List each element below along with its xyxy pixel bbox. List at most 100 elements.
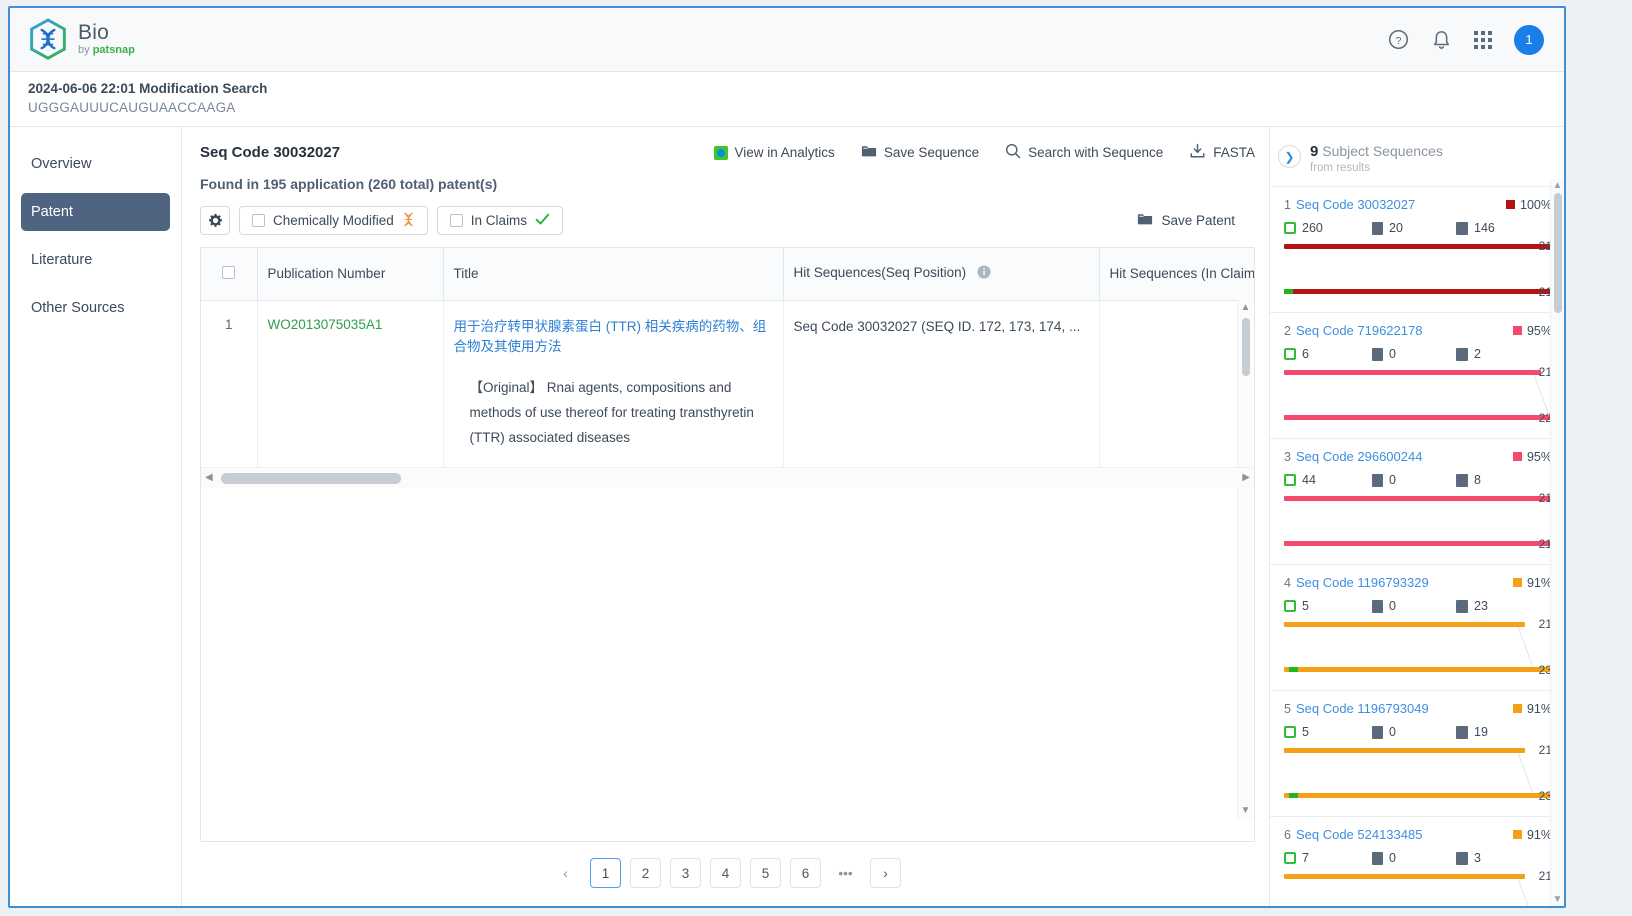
- sidebar-item-overview[interactable]: Overview: [21, 145, 170, 183]
- stat-sequences: 7: [1284, 851, 1372, 865]
- pagination-prev[interactable]: ‹: [550, 858, 581, 888]
- sidebar-item-other-sources[interactable]: Other Sources: [21, 289, 170, 327]
- view-in-analytics-button[interactable]: View in Analytics: [713, 145, 835, 160]
- table-horizontal-scrollbar[interactable]: ◀ ▶: [201, 467, 1254, 489]
- scroll-left-icon[interactable]: ◀: [205, 470, 213, 486]
- alignment-skew-line: [1517, 753, 1534, 793]
- card-sequence-link[interactable]: Seq Code 1196793329: [1296, 575, 1429, 590]
- column-hit-sequences-seq-position[interactable]: Hit Sequences(Seq Position): [783, 248, 1100, 301]
- topbar-icon-group: ? 1: [1388, 24, 1544, 55]
- panel-scroll-up-icon[interactable]: ▲: [1551, 180, 1564, 191]
- brand-logo[interactable]: Bio by patsnap: [28, 17, 135, 62]
- in-claims-filter[interactable]: In Claims: [436, 206, 564, 235]
- table-vertical-scrollbar[interactable]: ▲ ▼: [1237, 300, 1253, 819]
- card-index: 4: [1284, 575, 1291, 590]
- row-title-cell: 用于治疗转甲状腺素蛋白 (TTR) 相关疾病的药物、组合物及其使用方法 【Ori…: [443, 300, 784, 468]
- column-title[interactable]: Title: [443, 248, 784, 301]
- alignment-bar-query: [1284, 496, 1552, 501]
- column-hit-sequences-label: Hit Sequences(Seq Position): [793, 265, 967, 281]
- subject-sequence-card[interactable]: 4 Seq Code 1196793329 91% 5 0 23 21 23: [1270, 564, 1564, 690]
- stat-documents: 0: [1372, 851, 1456, 865]
- subject-sequence-card[interactable]: 5 Seq Code 1196793049 91% 5 0 19 21 23: [1270, 690, 1564, 816]
- fasta-download-button[interactable]: FASTA: [1189, 143, 1255, 162]
- alignment-skew-line: [1517, 879, 1534, 906]
- avatar[interactable]: 1: [1514, 24, 1544, 55]
- pagination-ellipsis[interactable]: •••: [830, 858, 861, 888]
- row-index: 1: [201, 300, 258, 468]
- subject-sequences-header: ❯ 9 Subject Sequences from results: [1270, 127, 1564, 186]
- search-with-sequence-button[interactable]: Search with Sequence: [1005, 143, 1163, 162]
- patent-count-icon: [1456, 725, 1468, 739]
- select-all-header: [201, 248, 258, 301]
- sidebar-item-patent[interactable]: Patent: [21, 193, 170, 231]
- column-publication-number[interactable]: Publication Number: [257, 248, 444, 301]
- card-sequence-link[interactable]: Seq Code 296600244: [1296, 449, 1423, 464]
- vertical-scroll-thumb[interactable]: [1242, 318, 1250, 376]
- pagination-page-5[interactable]: 5: [750, 858, 781, 888]
- card-stats: 44 0 8: [1284, 473, 1552, 487]
- chemically-modified-filter[interactable]: Chemically Modified: [239, 206, 428, 235]
- stat-sequences: 260: [1284, 221, 1372, 235]
- pagination-page-3[interactable]: 3: [670, 858, 701, 888]
- panel-scroll-thumb[interactable]: [1554, 193, 1562, 313]
- folder-icon: [1137, 212, 1153, 229]
- alignment-graphic: 21 21: [1284, 491, 1552, 552]
- card-identity-percent: 91%: [1512, 576, 1552, 590]
- filter-toolbar: Chemically Modified In Claims Save Paten…: [182, 192, 1269, 247]
- scroll-up-icon[interactable]: ▲: [1241, 300, 1251, 316]
- stat-sequences: 6: [1284, 347, 1372, 361]
- in-claims-checkbox[interactable]: [449, 214, 463, 227]
- pagination-next[interactable]: ›: [870, 858, 901, 888]
- patent-title-original: 【Original】 Rnai agents, compositions and…: [469, 380, 754, 446]
- horizontal-scroll-thumb[interactable]: [221, 473, 401, 485]
- sequence-count-icon: [1284, 600, 1296, 612]
- patent-title-link[interactable]: 用于治疗转甲状腺素蛋白 (TTR) 相关疾病的药物、组合物及其使用方法: [454, 317, 773, 359]
- stat-documents: 0: [1372, 347, 1456, 361]
- main-header-row: Seq Code 30032027 View in Analytics Save…: [182, 127, 1269, 162]
- card-header: 4 Seq Code 1196793329 91%: [1284, 575, 1552, 590]
- subject-sequences-list[interactable]: 1 Seq Code 30032027 100% 260 20 146 21 21 2 Seq C…: [1270, 186, 1564, 906]
- stat-documents: 0: [1372, 725, 1456, 739]
- publication-number-link[interactable]: WO2013075035A1: [268, 317, 383, 332]
- card-sequence-link[interactable]: Seq Code 524133485: [1296, 827, 1423, 842]
- document-count-icon: [1372, 851, 1383, 865]
- brand-name: Bio: [78, 21, 109, 45]
- save-patent-button[interactable]: Save Patent: [1137, 212, 1255, 229]
- page-title: Seq Code 30032027: [200, 144, 341, 161]
- card-header: 6 Seq Code 524133485 91%: [1284, 827, 1552, 842]
- document-count-icon: [1372, 725, 1383, 739]
- column-hit-sequences-in-claim[interactable]: Hit Sequences (In Claim: [1099, 248, 1254, 301]
- table-row[interactable]: 1 WO2013075035A1 用于治疗转甲状腺素蛋白 (TTR) 相关疾病的…: [201, 300, 1254, 468]
- hit-sequence-text: Seq Code 30032027 (SEQ ID. 172, 173, 174…: [793, 318, 1081, 334]
- app-grid-icon[interactable]: [1474, 30, 1492, 49]
- question-circle-icon[interactable]: ?: [1388, 29, 1409, 50]
- card-sequence-link[interactable]: Seq Code 719622178: [1296, 323, 1423, 338]
- top-bar: Bio by patsnap ? 1: [10, 8, 1564, 72]
- pagination-page-6[interactable]: 6: [790, 858, 821, 888]
- subject-sequences-panel: ❯ 9 Subject Sequences from results 1 Seq …: [1269, 127, 1564, 906]
- scroll-right-icon[interactable]: ▶: [1242, 470, 1250, 486]
- info-icon[interactable]: [977, 265, 991, 282]
- subject-sequence-card[interactable]: 1 Seq Code 30032027 100% 260 20 146 21 21: [1270, 186, 1564, 312]
- sidebar-item-literature[interactable]: Literature: [21, 241, 170, 279]
- gear-icon[interactable]: [200, 206, 230, 235]
- app-window: Bio by patsnap ? 1 2024-06-06 22:01 Modi…: [8, 6, 1566, 908]
- card-sequence-link[interactable]: Seq Code 30032027: [1296, 197, 1415, 212]
- analytics-icon: [713, 145, 728, 160]
- select-all-checkbox[interactable]: [222, 265, 236, 279]
- subject-sequence-card[interactable]: 6 Seq Code 524133485 91% 7 0 3 21: [1270, 816, 1564, 906]
- pagination-page-4[interactable]: 4: [710, 858, 741, 888]
- panel-scroll-down-icon[interactable]: ▼: [1551, 894, 1564, 905]
- pagination-page-1[interactable]: 1: [590, 858, 621, 888]
- subject-sequence-card[interactable]: 2 Seq Code 719622178 95% 6 0 2 21 22: [1270, 312, 1564, 438]
- scroll-down-icon[interactable]: ▼: [1241, 803, 1251, 819]
- subject-sequence-card[interactable]: 3 Seq Code 296600244 95% 44 0 8 21 21: [1270, 438, 1564, 564]
- notification-bell-icon[interactable]: [1431, 29, 1452, 51]
- save-sequence-button[interactable]: Save Sequence: [861, 144, 979, 161]
- row-hit-in-claim-cell: [1099, 300, 1254, 467]
- pagination-page-2[interactable]: 2: [630, 858, 661, 888]
- chevron-right-icon[interactable]: ❯: [1278, 145, 1301, 168]
- card-sequence-link[interactable]: Seq Code 1196793049: [1296, 701, 1429, 716]
- panel-vertical-scrollbar[interactable]: ▲ ▼: [1550, 179, 1564, 906]
- chemically-modified-checkbox[interactable]: [252, 214, 265, 227]
